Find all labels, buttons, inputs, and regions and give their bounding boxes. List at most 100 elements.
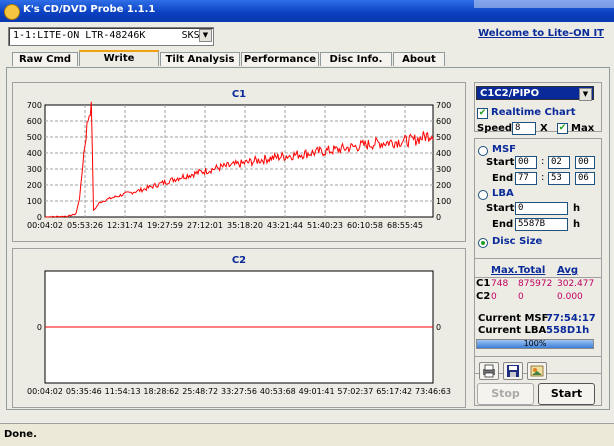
lba-end-label: End [492,219,514,230]
msf-start-sec[interactable]: 02 [548,156,570,169]
x-tick-label: 05:35:46 [66,387,102,396]
status-text: Done. [4,429,37,440]
speed-label: Speed [477,123,513,134]
x-tick-label: 33:27:56 [221,387,257,396]
lba-start-label: Start [486,203,515,214]
welcome-link[interactable]: Welcome to Lite-ON IT [478,28,604,39]
msf-label: MSF [492,144,516,155]
msf-start-min[interactable]: 00 [515,156,537,169]
y-tick-label: 500 [27,133,42,142]
current-msf-label: Current MSF [478,313,549,324]
c2-total: 0 [518,292,524,302]
stats-row-label: C1 [476,278,491,289]
msf-start-frame[interactable]: 00 [575,156,595,169]
disc-size-radio[interactable] [478,238,488,248]
start-button[interactable]: Start [538,383,595,405]
c1-max: 748 [491,279,509,289]
chevron-down-icon[interactable]: ▼ [579,88,592,101]
y-tick-label: 400 [27,149,42,158]
x-tick-label: 11:54:13 [105,387,141,396]
c1-total: 875972 [518,279,553,289]
progress-bar: 100% [476,339,594,349]
print-button[interactable] [479,362,499,380]
c1-chart-box: C1 0 0 100 100 200 200 300 300 400 400 500 500 600 600… [12,82,466,242]
x-tick-label: 60:10:58 [347,221,383,230]
x-tick-label: 05:53:26 [67,221,103,230]
x-tick-label: 65:17:42 [376,387,412,396]
save-button[interactable] [503,362,523,380]
msf-end-frame[interactable]: 06 [575,172,595,185]
x-tick-label: 40:53:68 [260,387,296,396]
lba-start-input[interactable]: 0 [515,202,568,215]
y-tick-label-right: 100 [436,197,451,206]
y-tick-label-right: 700 [436,101,451,110]
y-tick-label-right: 600 [436,117,451,126]
title-bar: K's CD/DVD Probe 1.1.1 [0,0,614,22]
tab-disc-info[interactable]: Disc Info. [320,52,392,66]
c2-chart: C2 0 0 00:04:02 05:35:46 11:54:13 18:28:62 25:4… [27,255,451,396]
x-tick-label: 51:40:23 [307,221,343,230]
chart-title: C2 [232,255,246,266]
y-tick-label: 600 [27,117,42,126]
load-image-button[interactable] [527,362,547,380]
stats-header-avg: Avg [557,265,579,276]
y-tick-label: 300 [27,165,42,174]
tab-about[interactable]: About [393,52,445,66]
lba-start-unit: h [573,203,581,214]
c2-avg: 0.000 [557,292,583,302]
lba-end-input[interactable]: 5587B [515,218,568,231]
mode-select[interactable]: C1C2/PIPO ▼ [476,86,594,101]
printer-icon [483,364,495,378]
plot-area [44,104,434,218]
floppy-disk-icon [507,365,519,377]
y-tick-label-right: 0 [436,323,441,332]
tab-performance[interactable]: Performance [241,52,319,66]
y-tick-label-right: 400 [436,149,451,158]
x-tick-label: 35:18:20 [227,221,263,230]
x-tick-label: 00:04:02 [27,387,63,396]
chevron-down-icon[interactable]: ▼ [199,29,212,42]
colon-separator: : [541,172,545,183]
x-tick-label: 43:21:44 [267,221,303,230]
x-tick-label: 49:01:41 [299,387,335,396]
stats-header-total: Total [518,265,546,276]
msf-radio[interactable] [478,146,488,156]
y-tick-label-right: 300 [436,165,451,174]
stats-header-max: Max. [491,265,518,276]
title-bar-right-area [474,0,614,8]
realtime-chart-checkbox[interactable]: ✔ [477,108,488,119]
x-tick-label: 12:31:74 [107,221,143,230]
tab-raw-cmd[interactable]: Raw Cmd [12,52,78,66]
c2-max: 0 [491,292,497,302]
open-image-icon [530,365,544,377]
current-lba-value: 558D1h [546,325,590,336]
x-tick-label: 25:48:72 [182,387,218,396]
chart-title: C1 [232,89,246,100]
x-tick-label: 18:28:62 [143,387,179,396]
app-cd-icon [4,4,20,20]
speed-unit: X [540,123,548,134]
client-area: 1-1:LITE-ON LTR-48246K SKS7 ▼ Welcome to… [0,22,614,423]
max-checkbox[interactable]: ✔ [557,123,568,134]
speed-input[interactable]: 8 [512,122,536,135]
x-tick-label: 68:55:45 [387,221,423,230]
stats-row-label: C2 [476,291,491,302]
stop-button[interactable]: Stop [477,383,534,405]
tab-tilt-analysis[interactable]: Tilt Analysis [160,52,240,66]
x-tick-label: 57:02:37 [337,387,373,396]
c2-chart-box: C2 0 0 00:04:02 05:35:46 11:54:13 18:28:62 25:4… [12,248,466,408]
y-tick-label-right: 200 [436,181,451,190]
lba-radio[interactable] [478,190,488,200]
msf-end-min[interactable]: 77 [515,172,537,185]
msf-end-sec[interactable]: 53 [548,172,570,185]
drive-select[interactable]: 1-1:LITE-ON LTR-48246K SKS7 ▼ [8,27,214,46]
x-tick-label: 00:04:02 [27,221,63,230]
y-tick-label: 0 [37,323,42,332]
msf-end-label: End [492,173,514,184]
x-tick-label: 27:12:01 [187,221,223,230]
c1-chart: C10 0100 100200 200300 300400 400500 500600 600… [27,89,452,230]
window-title: K's CD/DVD Probe 1.1.1 [23,4,156,15]
y-tick-label: 700 [27,101,42,110]
lba-label: LBA [492,188,514,199]
tab-write-strategy[interactable]: Write Strategy [79,50,159,77]
